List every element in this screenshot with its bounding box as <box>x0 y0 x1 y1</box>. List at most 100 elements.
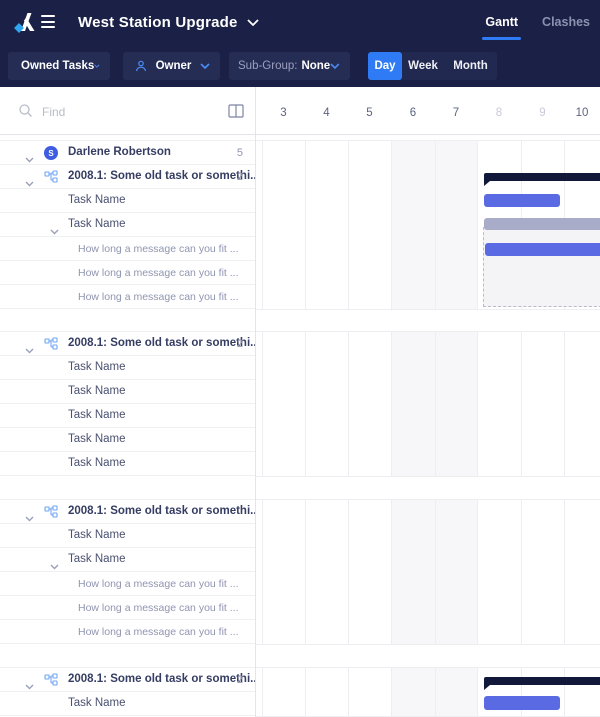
tree-row-task[interactable]: Task Name <box>0 189 255 213</box>
tree-section: SDarlene Robertson52008.1: Some old task… <box>0 140 255 309</box>
tree-row-group[interactable]: 2008.1: Some old task or somethi...2 <box>0 668 255 692</box>
tree-row-task[interactable]: Task Name <box>0 404 255 428</box>
day-label: 10 <box>576 107 589 119</box>
timescale-toggle: DayWeekMonth <box>368 52 497 80</box>
owned-tasks-label: Owned Tasks <box>21 60 94 72</box>
row-label: 2008.1: Some old task or somethi... <box>68 673 260 685</box>
grid-column <box>262 500 305 644</box>
subgroup-filter[interactable]: Sub-Group: None <box>229 52 350 80</box>
top-dark-area: West Station Upgrade Gantt Clashes Owned … <box>0 0 600 87</box>
tree-row-group[interactable]: 2008.1: Some old task or somethi...2 <box>0 165 255 189</box>
grid-column <box>564 332 600 476</box>
tree-row-subtask[interactable]: How long a message can you fit ... <box>0 596 255 620</box>
row-label: Task Name <box>68 194 126 206</box>
chevron-down-icon <box>200 63 210 69</box>
tree-row-group[interactable]: 2008.1: Some old task or somethi...2 <box>0 332 255 356</box>
tab-clashes[interactable]: Clashes <box>542 0 590 44</box>
timescale-month[interactable]: Month <box>444 52 497 80</box>
grid-column <box>477 332 521 476</box>
chevron-down-icon <box>247 19 259 26</box>
tree-row-task[interactable]: Task Name <box>0 452 255 476</box>
columns-icon[interactable] <box>228 104 244 123</box>
grid-column <box>348 332 391 476</box>
grid-column <box>348 668 391 716</box>
row-label: Task Name <box>68 697 126 709</box>
grid-column <box>262 668 305 716</box>
task-hierarchy-icon <box>44 337 58 355</box>
tree-row-task[interactable]: Task Name <box>0 380 255 404</box>
page-title: West Station Upgrade <box>78 14 238 31</box>
tree-row-group[interactable]: 2008.1: Some old task or somethi... <box>0 500 255 524</box>
grid-column <box>435 141 477 309</box>
gantt-bar-blue[interactable] <box>484 696 560 710</box>
owner-filter[interactable]: Owner <box>123 52 220 80</box>
grid-column <box>348 500 391 644</box>
tree-row-task[interactable]: Task Name <box>0 692 255 716</box>
tree-section: 2008.1: Some old task or somethi...2Task… <box>0 331 255 476</box>
grid-column <box>262 332 305 476</box>
gantt-bar-summary[interactable] <box>484 677 600 685</box>
owned-tasks-filter[interactable]: Owned Tasks <box>8 52 110 80</box>
gantt-bar-summary[interactable] <box>484 173 600 181</box>
header-band: 345678910 <box>0 87 600 135</box>
grid-column <box>391 332 435 476</box>
tree-row-task[interactable]: Task Name <box>0 524 255 548</box>
row-label: 2008.1: Some old task or somethi... <box>68 337 260 349</box>
person-icon <box>135 60 147 72</box>
tab-gantt[interactable]: Gantt <box>485 0 518 44</box>
tree-row-task[interactable]: Task Name <box>0 213 255 237</box>
grid-column <box>391 668 435 716</box>
day-label: 3 <box>280 107 286 119</box>
tree-row-person[interactable]: SDarlene Robertson5 <box>0 141 255 165</box>
tree-row-task[interactable]: Task Name <box>0 428 255 452</box>
timeline-day-header: 345678910 <box>255 87 600 135</box>
grid-column <box>435 668 477 716</box>
row-label: How long a message can you fit ... <box>78 291 239 303</box>
project-title-dropdown[interactable]: West Station Upgrade <box>78 0 259 44</box>
grid-column <box>305 500 348 644</box>
gantt-section <box>255 140 600 310</box>
gantt-app: West Station Upgrade Gantt Clashes Owned … <box>0 0 600 717</box>
grid-column <box>305 141 348 309</box>
owner-label: Owner <box>156 60 192 72</box>
day-label: 9 <box>539 107 545 119</box>
tree-row-task[interactable]: Task Name <box>0 548 255 572</box>
row-label: How long a message can you fit ... <box>78 626 239 638</box>
row-count: 5 <box>237 147 243 159</box>
day-label: 6 <box>410 107 416 119</box>
subgroup-value: None <box>301 60 330 72</box>
timescale-week[interactable]: Week <box>402 52 444 80</box>
gantt-bar-gray[interactable] <box>484 218 600 230</box>
tree-row-subtask[interactable]: How long a message can you fit ... <box>0 285 255 309</box>
grid-column <box>262 141 305 309</box>
tree-section: 2008.1: Some old task or somethi...Task … <box>0 499 255 644</box>
grid-column <box>391 500 435 644</box>
tree-section: 2008.1: Some old task or somethi...2 Task… <box>0 667 255 716</box>
row-label: Task Name <box>68 457 126 469</box>
gantt-bar-blue[interactable] <box>485 243 600 256</box>
grid-column <box>305 332 348 476</box>
gantt-bar-blue[interactable] <box>484 194 560 207</box>
subgroup-label: Sub-Group: <box>238 60 297 72</box>
row-label: How long a message can you fit ... <box>78 243 239 255</box>
drop-target-region[interactable] <box>483 227 600 307</box>
task-hierarchy-icon <box>44 505 58 523</box>
app-logo-icon[interactable] <box>13 11 37 38</box>
tree-row-subtask[interactable]: How long a message can you fit ... <box>0 237 255 261</box>
row-count: 2 <box>237 674 243 686</box>
row-label: How long a message can you fit ... <box>78 602 239 614</box>
chevron-down-icon <box>330 63 340 69</box>
tree-row-task[interactable]: Task Name <box>0 356 255 380</box>
row-label: Task Name <box>68 409 126 421</box>
find-input[interactable] <box>40 101 214 123</box>
timescale-day[interactable]: Day <box>368 52 402 80</box>
grid-column <box>477 500 521 644</box>
grid-column <box>564 668 600 716</box>
tree-row-subtask[interactable]: How long a message can you fit ... <box>0 572 255 596</box>
tree-row-subtask[interactable]: How long a message can you fit ... <box>0 620 255 644</box>
day-label: 5 <box>366 107 372 119</box>
tree-row-subtask[interactable]: How long a message can you fit ... <box>0 261 255 285</box>
task-hierarchy-icon <box>44 170 58 188</box>
menu-icon[interactable] <box>41 15 55 28</box>
day-label: 7 <box>453 107 459 119</box>
